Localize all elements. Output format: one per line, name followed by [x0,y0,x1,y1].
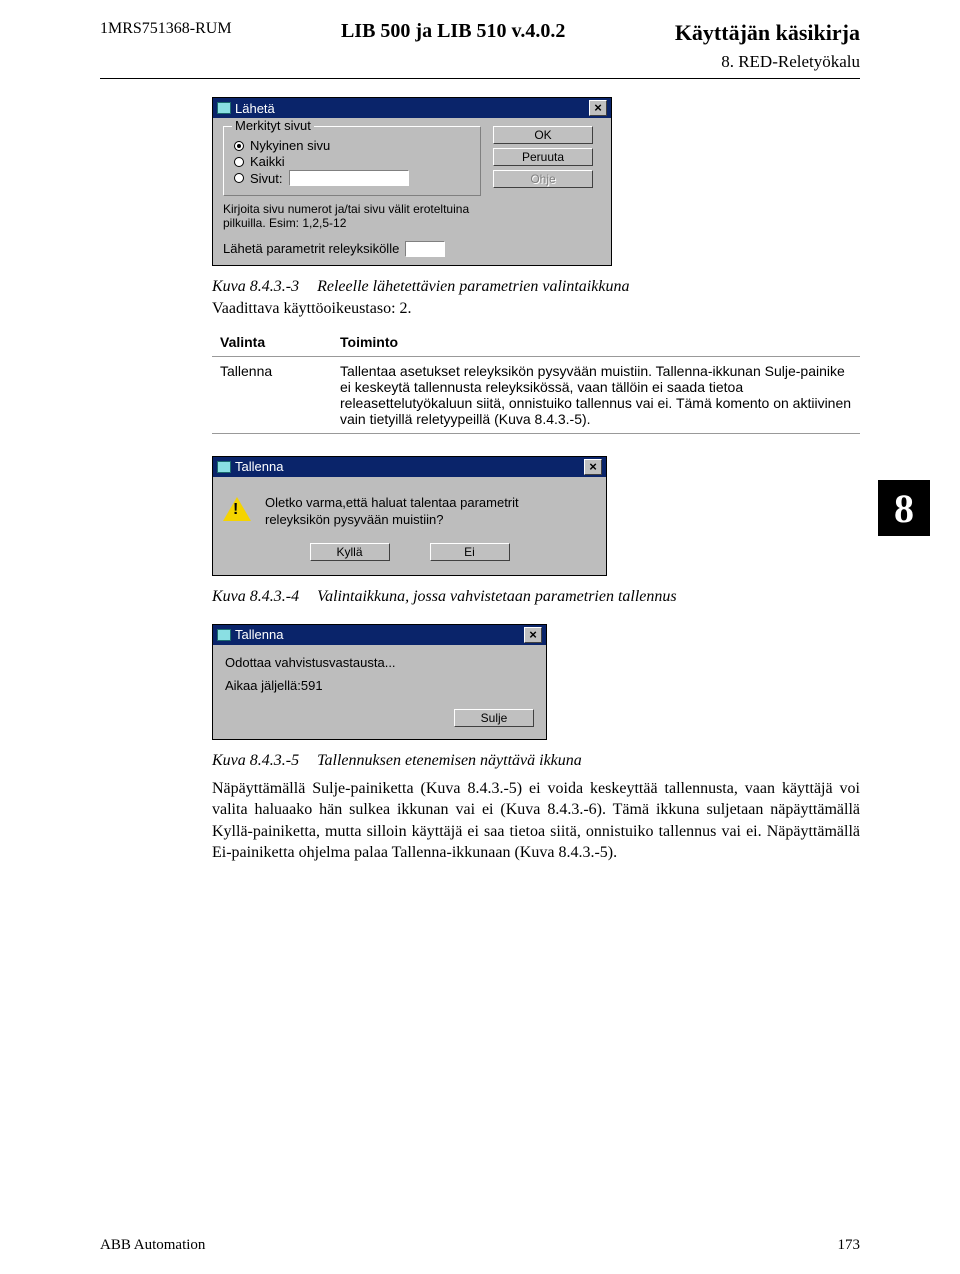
page-header: 1MRS751368-RUM LIB 500 ja LIB 510 v.4.0.… [100,20,860,46]
cell-valinta: Tallenna [212,356,332,433]
warning-icon [223,497,251,521]
cancel-button[interactable]: Peruuta [493,148,593,166]
radio-icon [234,157,244,167]
caption-text: Releelle lähetettävien parametrien valin… [317,278,629,295]
figure-caption-1: Kuva 8.4.3.-3 Releelle lähetettävien par… [212,278,860,296]
confirm-body: Oletko varma,että haluat talentaa parame… [213,477,606,543]
close-icon[interactable]: × [589,100,607,116]
confirm-message: Oletko varma,että haluat talentaa parame… [265,495,565,529]
caption-number: Kuva 8.4.3.-5 [212,752,313,769]
caption-text: Valintaikkuna, jossa vahvistetaan parame… [317,588,677,605]
header-divider [100,78,860,79]
options-table: Valinta Toiminto Tallenna Tallentaa aset… [212,328,860,434]
app-icon [217,461,231,473]
table-row: Tallenna Tallentaa asetukset releyksikön… [212,356,860,433]
progress-line2: Aikaa jäljellä:591 [225,678,534,693]
no-button[interactable]: Ei [430,543,510,561]
radio-pages[interactable]: Sivut: [234,170,470,186]
caption-text: Tallennuksen etenemisen näyttävä ikkuna [317,752,582,769]
footer-left: ABB Automation [100,1237,205,1254]
progress-titlebar: Tallenna × [213,625,546,645]
confirm-title: Tallenna [235,459,283,474]
help-button[interactable]: Ohje [493,170,593,188]
progress-title: Tallenna [235,627,283,642]
caption-number: Kuva 8.4.3.-3 [212,278,313,295]
pages-hint: Kirjoita sivu numerot ja/tai sivu välit … [223,202,481,231]
permission-level: Vaadittava käyttöoikeustaso: 2. [212,300,860,318]
send-dialog-titlebar: Lähetä × [213,98,611,118]
radio-label: Sivut: [250,171,283,186]
close-icon[interactable]: × [524,627,542,643]
figure-caption-2: Kuva 8.4.3.-4 Valintaikkuna, jossa vahvi… [212,588,860,606]
figure-confirm-dialog: Tallenna × Oletko varma,että haluat tale… [212,456,860,576]
radio-icon [234,141,244,151]
doc-id: 1MRS751368-RUM [100,20,232,38]
yes-button[interactable]: Kyllä [310,543,390,561]
radio-all[interactable]: Kaikki [234,154,470,169]
app-icon [217,629,231,641]
target-label: Lähetä parametrit releyksikölle [223,241,399,256]
confirm-dialog-window: Tallenna × Oletko varma,että haluat tale… [212,456,607,576]
pages-input[interactable] [289,170,409,186]
send-dialog-window: Lähetä × Merkityt sivut Nykyinen sivu Ka… [212,97,612,266]
radio-current-page[interactable]: Nykyinen sivu [234,138,470,153]
target-input[interactable] [405,241,445,257]
col-head-toiminto: Toiminto [332,328,860,357]
figure-send-dialog: Lähetä × Merkityt sivut Nykyinen sivu Ka… [212,97,860,266]
send-dialog-title: Lähetä [235,101,275,116]
radio-label: Nykyinen sivu [250,138,330,153]
progress-line1: Odottaa vahvistusvastausta... [225,655,534,670]
manual-title: Käyttäjän käsikirja [675,20,860,46]
figure-progress-dialog: Tallenna × Odottaa vahvistusvastausta...… [212,624,860,740]
footer-page: 173 [838,1237,861,1254]
chapter-badge: 8 [878,480,930,536]
section-title: 8. RED-Reletyökalu [100,52,860,72]
close-button[interactable]: Sulje [454,709,534,727]
marked-pages-group: Merkityt sivut Nykyinen sivu Kaikki Sivu… [223,126,481,196]
body-paragraph: Näpäyttämällä Sulje-painiketta (Kuva 8.4… [212,778,860,864]
ok-button[interactable]: OK [493,126,593,144]
group-legend: Merkityt sivut [232,118,314,133]
radio-label: Kaikki [250,154,285,169]
table-row: Valinta Toiminto [212,328,860,357]
figure-caption-3: Kuva 8.4.3.-5 Tallennuksen etenemisen nä… [212,752,860,770]
target-row: Lähetä parametrit releyksikölle [223,241,481,257]
close-icon[interactable]: × [584,459,602,475]
page-footer: ABB Automation 173 [100,1237,860,1254]
progress-dialog-window: Tallenna × Odottaa vahvistusvastausta...… [212,624,547,740]
radio-icon [234,173,244,183]
col-head-valinta: Valinta [212,328,332,357]
caption-number: Kuva 8.4.3.-4 [212,588,313,605]
app-icon [217,102,231,114]
cell-toiminto: Tallentaa asetukset releyksikön pysyvään… [332,356,860,433]
product-name: LIB 500 ja LIB 510 v.4.0.2 [341,20,565,43]
confirm-titlebar: Tallenna × [213,457,606,477]
